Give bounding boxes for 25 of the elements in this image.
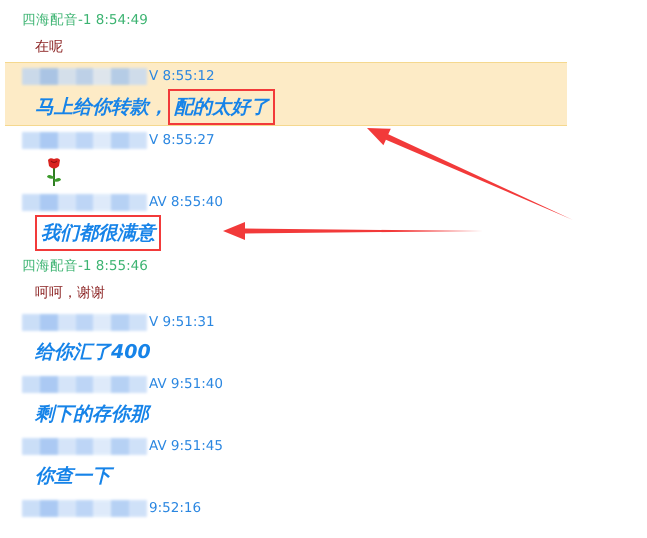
message-text: 马上给你转款， 配的太好了 <box>35 89 278 125</box>
message[interactable]: AV 9:51:45 你查一下 <box>5 432 567 494</box>
message[interactable]: V 9:51:31 给你汇了400 <box>5 308 567 370</box>
message-time: AV 9:51:45 <box>149 438 223 454</box>
message-text: 呵呵，谢谢 <box>35 284 105 303</box>
message[interactable]: AV 9:51:40 剩下的存你那 <box>5 370 567 432</box>
message[interactable]: 四海配音-1 8:54:49 在呢 <box>5 6 567 62</box>
message-time: V 8:55:27 <box>149 132 215 148</box>
message[interactable]: 9:52:16 <box>5 494 567 522</box>
message-time: V 9:51:31 <box>149 314 215 330</box>
rose-icon <box>45 157 63 187</box>
message[interactable]: V 8:55:27 <box>5 126 567 188</box>
sender-header: 四海配音-1 8:54:49 <box>22 11 148 29</box>
message-text: 在呢 <box>35 38 63 57</box>
message[interactable]: AV 8:55:40 我们都很满意 <box>5 188 567 252</box>
message-time: 9:52:16 <box>149 500 202 516</box>
message-text: 你查一下 <box>35 459 114 493</box>
message[interactable]: 四海配音-1 8:55:46 呵呵，谢谢 <box>5 252 567 308</box>
message-time: AV 8:55:40 <box>149 194 223 210</box>
message-text: 给你汇了400 <box>35 340 152 365</box>
sender-header: 四海配音-1 8:55:46 <box>22 257 148 275</box>
message-text: 剩下的存你那 <box>35 397 152 431</box>
message-time: V 8:55:12 <box>149 68 215 84</box>
message-text: 我们都很满意 <box>35 215 164 251</box>
message-time: AV 9:51:40 <box>149 376 223 392</box>
